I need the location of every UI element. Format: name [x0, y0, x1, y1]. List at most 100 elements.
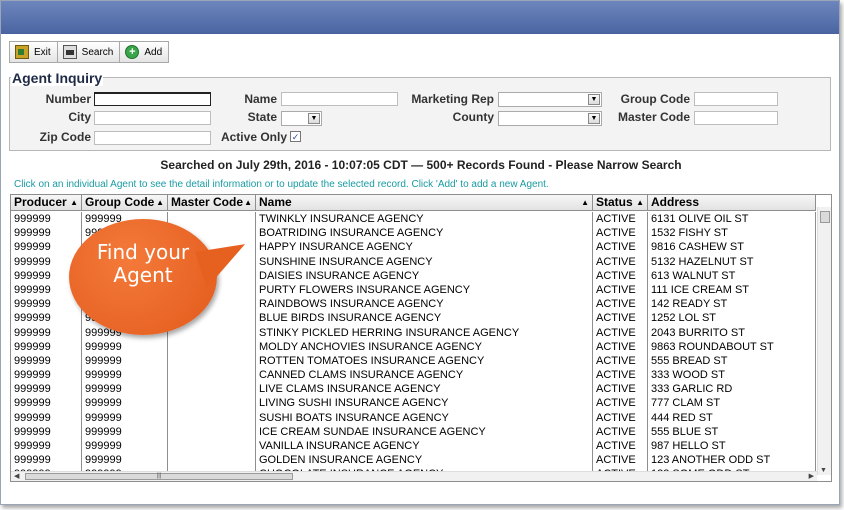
cell-producer: 999999 — [11, 410, 82, 425]
city-label: City — [68, 110, 91, 124]
cell-name: VANILLA INSURANCE AGENCY — [256, 439, 593, 454]
cell-address: 555 BREAD ST — [648, 353, 816, 369]
cell-status: ACTIVE — [593, 453, 648, 468]
cell-address: 2043 BURRITO ST — [648, 325, 816, 340]
zip-code-input[interactable] — [94, 131, 211, 145]
cell-address: 444 RED ST — [648, 410, 816, 425]
cell-status: ACTIVE — [593, 325, 648, 340]
table-row[interactable]: 999999 999999 CANNED CLAMS INSURANCE AGENC… — [11, 368, 816, 383]
master-code-label: Master Code — [617, 110, 690, 124]
table-row[interactable]: 999999 999999 LIVING SUSHI INSURANCE AGENC… — [11, 396, 816, 411]
cell-producer: 999999 — [11, 353, 82, 369]
table-row[interactable]: 999999 999999 SUSHI BOATS INSURANCE AGENCY… — [11, 410, 816, 425]
scroll-thumb[interactable]: ||| — [25, 473, 293, 480]
scroll-left-icon[interactable]: ◀ — [14, 472, 19, 480]
cell-name: PURTY FLOWERS INSURANCE AGENCY — [256, 282, 593, 298]
county-select[interactable]: ▼ — [498, 111, 602, 126]
cell-address: 987 HELLO ST — [648, 439, 816, 454]
cell-group-code: 999999 — [82, 353, 168, 369]
name-input[interactable] — [281, 92, 398, 106]
cell-status: ACTIVE — [593, 396, 648, 411]
cell-name: MOLDY ANCHOVIES INSURANCE AGENCY — [256, 339, 593, 354]
cell-name: RAINDBOWS INSURANCE AGENCY — [256, 297, 593, 312]
state-select[interactable]: ▼ — [281, 111, 322, 126]
number-input[interactable] — [94, 92, 211, 106]
group-code-input[interactable] — [694, 92, 778, 106]
table-row[interactable]: 999999 999999 VANILLA INSURANCE AGENCY ACTI… — [11, 439, 816, 454]
marketing-rep-select[interactable]: ▼ — [498, 92, 602, 107]
cell-producer: 999999 — [11, 240, 82, 255]
active-only-checkbox[interactable]: ✓ — [290, 131, 301, 142]
cell-status: ACTIVE — [593, 297, 648, 312]
cell-group-code: 999999 — [82, 339, 168, 354]
table-row[interactable]: 999999 999999 MOLDY ANCHOVIES INSURANCE AG… — [11, 339, 816, 354]
cell-status: ACTIVE — [593, 254, 648, 269]
cell-address: 613 WALNUT ST — [648, 268, 816, 283]
sort-icon: ▲ — [70, 198, 78, 207]
cell-producer: 999999 — [11, 226, 82, 241]
cell-name: DAISIES INSURANCE AGENCY — [256, 268, 593, 283]
cell-address: 333 GARLIC RD — [648, 382, 816, 397]
cell-status: ACTIVE — [593, 339, 648, 354]
cell-name: LIVING SUSHI INSURANCE AGENCY — [256, 396, 593, 411]
cell-group-code: 999999 — [82, 410, 168, 425]
table-row[interactable]: 999999 999999 GOLDEN INSURANCE AGENCY ACTIV… — [11, 453, 816, 468]
cell-master-code — [168, 382, 256, 397]
exit-button-label: Exit — [34, 46, 51, 58]
grid-header: Producer ▲ Group Code ▲ Master Code ▲ Name ▲… — [11, 195, 816, 211]
cell-producer: 999999 — [11, 396, 82, 411]
scroll-thumb[interactable] — [820, 211, 830, 223]
column-header-address[interactable]: Address — [648, 195, 816, 211]
column-header-producer[interactable]: Producer ▲ — [11, 195, 82, 211]
horizontal-scrollbar[interactable]: ◀ ||| ▶ — [11, 471, 817, 481]
cell-producer: 999999 — [11, 339, 82, 354]
sort-icon: ▲ — [581, 198, 589, 207]
search-button-label: Search — [81, 46, 114, 58]
table-row[interactable]: 999999 999999 LIVE CLAMS INSURANCE AGENCY A… — [11, 382, 816, 397]
instructions-text: Click on an individual Agent to see the … — [14, 179, 549, 190]
search-button[interactable]: Search — [56, 41, 121, 63]
column-header-master-code[interactable]: Master Code ▲ — [168, 195, 256, 211]
chevron-down-icon: ▼ — [588, 94, 600, 105]
cell-name: STINKY PICKLED HERRING INSURANCE AGENCY — [256, 325, 593, 340]
column-header-name[interactable]: Name ▲ — [256, 195, 593, 211]
column-header-group-code[interactable]: Group Code ▲ — [82, 195, 168, 211]
cell-status: ACTIVE — [593, 353, 648, 369]
cell-address: 333 WOOD ST — [648, 368, 816, 383]
table-row[interactable]: 999999 999999 ICE CREAM SUNDAE INSURANCE A… — [11, 424, 816, 439]
cell-name: ROTTEN TOMATOES INSURANCE AGENCY — [256, 353, 593, 369]
exit-button[interactable]: Exit — [9, 41, 58, 63]
cell-name: CANNED CLAMS INSURANCE AGENCY — [256, 368, 593, 383]
cell-status: ACTIVE — [593, 282, 648, 298]
toolbar: Exit Search + Add — [9, 41, 170, 63]
cell-producer: 999999 — [11, 424, 82, 439]
cell-status: ACTIVE — [593, 368, 648, 383]
scroll-down-icon[interactable]: ▼ — [820, 467, 827, 474]
search-status: Searched on July 29th, 2016 - 10:07:05 C… — [160, 158, 682, 172]
cell-master-code — [168, 368, 256, 383]
city-input[interactable] — [94, 111, 211, 125]
vertical-scrollbar[interactable]: ▼ — [817, 207, 831, 475]
cell-master-code — [168, 325, 256, 340]
cell-address: 1252 LOL ST — [648, 311, 816, 326]
cell-status: ACTIVE — [593, 382, 648, 397]
search-icon — [62, 45, 77, 59]
cell-address: 555 BLUE ST — [648, 424, 816, 439]
scroll-right-icon[interactable]: ▶ — [809, 472, 814, 480]
cell-producer: 999999 — [11, 382, 82, 397]
cell-producer: 999999 — [11, 297, 82, 312]
cell-group-code: 999999 — [82, 453, 168, 468]
cell-group-code: 999999 — [82, 439, 168, 454]
table-row[interactable]: 999999 999999 ROTTEN TOMATOES INSURANCE AG… — [11, 353, 816, 369]
sort-icon: ▲ — [636, 198, 644, 207]
cell-name: LIVE CLAMS INSURANCE AGENCY — [256, 382, 593, 397]
cell-status: ACTIVE — [593, 410, 648, 425]
cell-address: 777 CLAM ST — [648, 396, 816, 411]
add-button[interactable]: + Add — [119, 41, 170, 63]
zip-code-label: Zip Code — [39, 130, 91, 144]
master-code-input[interactable] — [694, 111, 778, 125]
cell-address: 111 ICE CREAM ST — [648, 282, 816, 298]
cell-master-code — [168, 410, 256, 425]
cell-master-code — [168, 212, 256, 227]
column-header-status[interactable]: Status ▲ — [593, 195, 648, 211]
